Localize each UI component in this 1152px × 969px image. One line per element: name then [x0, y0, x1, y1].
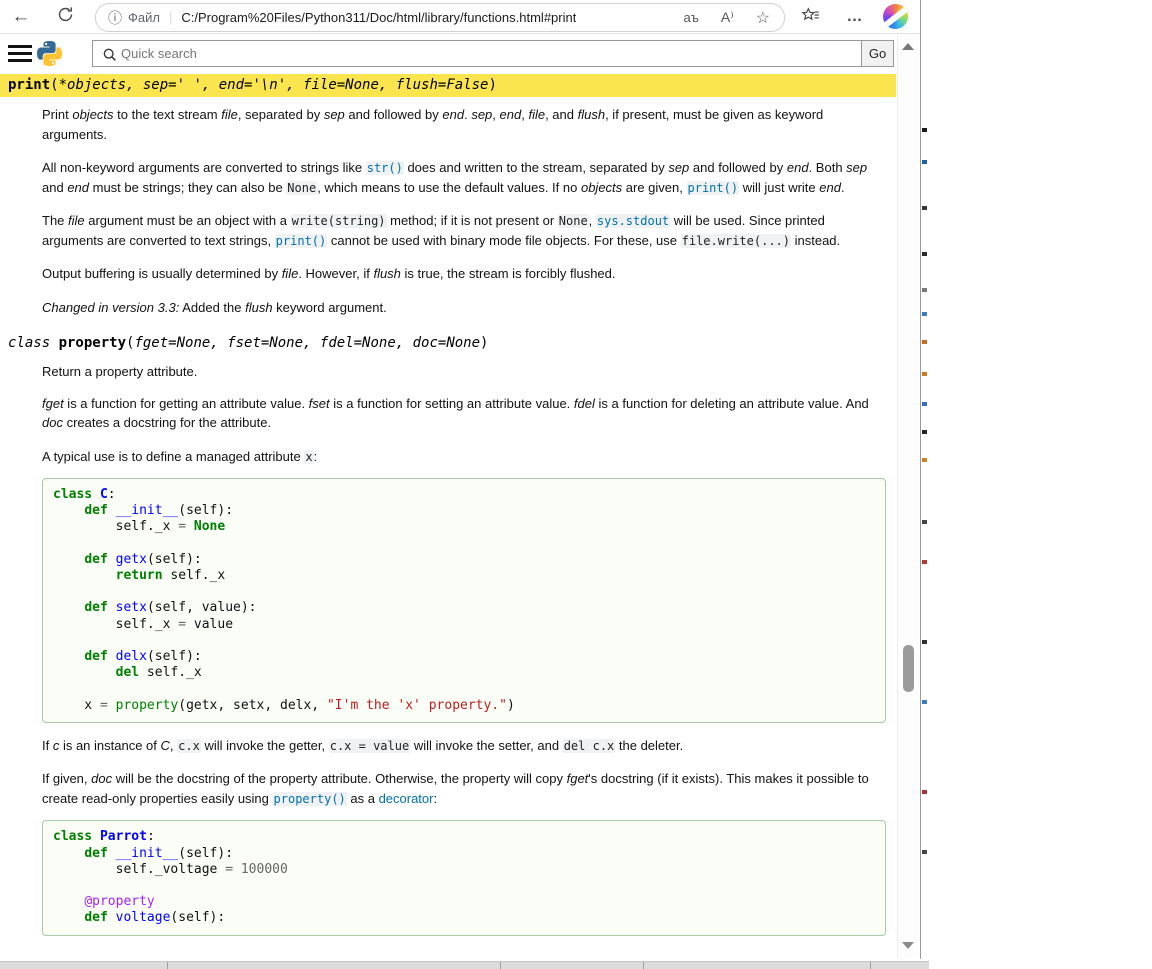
address-divider: | [169, 10, 172, 25]
print-changed-note: Changed in version 3.3: Added the flush … [42, 298, 884, 318]
refresh-icon [57, 6, 74, 28]
back-icon: ← [12, 6, 31, 28]
property-signature: class property(fget=None, fset=None, fde… [0, 332, 896, 355]
screen-edge-artifacts [922, 0, 928, 959]
favorites-collections-button[interactable] [797, 4, 823, 30]
property-paragraph: If c is an instance of C, c.x will invok… [42, 736, 884, 756]
more-icon: … [847, 8, 864, 26]
site-permission-label[interactable]: Файл [128, 10, 160, 25]
inline-link[interactable]: print() [275, 234, 328, 248]
search-input[interactable] [93, 41, 861, 66]
scroll-up-button[interactable] [902, 43, 914, 50]
docs-page: Go print(*objects, sep=' ', end='\n', fi… [0, 34, 896, 959]
print-paragraph: All non-keyword arguments are converted … [42, 158, 884, 197]
inline-link[interactable]: sys.stdout [596, 214, 670, 228]
property-paragraph: fget is a function for getting an attrib… [42, 394, 884, 433]
address-text: C:/Program%20Files/Python311/Doc/html/li… [181, 10, 576, 25]
code-block-property-example: class C: def __init__(self): self._x = N… [42, 478, 886, 723]
page-scrollbar[interactable] [897, 34, 919, 958]
scroll-down-button[interactable] [902, 942, 914, 949]
back-button[interactable]: ← [8, 4, 34, 30]
property-paragraph: A typical use is to define a managed att… [42, 447, 884, 467]
print-paragraph: The file argument must be an object with… [42, 211, 884, 250]
go-button[interactable]: Go [861, 41, 893, 66]
property-paragraph: If given, doc will be the docstring of t… [42, 769, 884, 808]
copilot-icon [883, 4, 908, 29]
star-list-icon [800, 6, 820, 29]
read-aloud-icon[interactable]: A⁾ [721, 9, 734, 26]
property-paragraph: Return a property attribute. [42, 362, 884, 382]
code-block-parrot-example: class Parrot: def __init__(self): self._… [42, 820, 886, 935]
inline-link[interactable]: property() [273, 792, 347, 806]
menu-button[interactable] [8, 45, 32, 62]
translate-icon[interactable]: аъ [684, 10, 699, 25]
inline-link[interactable]: print() [687, 181, 740, 195]
scroll-thumb[interactable] [903, 645, 914, 692]
search-box: Go [92, 40, 894, 67]
search-icon [102, 47, 117, 67]
python-logo[interactable] [37, 41, 62, 66]
print-paragraph: Print objects to the text stream file, s… [42, 105, 884, 144]
inline-link[interactable]: decorator [379, 791, 434, 806]
inline-link[interactable]: str() [366, 161, 404, 175]
print-paragraph: Output buffering is usually determined b… [42, 264, 884, 284]
copilot-button[interactable] [882, 3, 909, 30]
browser-window: ← ⓘ Файл | C:/Program%20Files/Python311/… [0, 0, 921, 959]
refresh-button[interactable] [52, 4, 78, 30]
settings-more-button[interactable]: … [842, 4, 868, 30]
info-icon[interactable]: ⓘ [108, 11, 122, 25]
window-right-edge [920, 0, 921, 959]
browser-toolbar: ← ⓘ Файл | C:/Program%20Files/Python311/… [0, 0, 921, 34]
address-bar[interactable]: ⓘ Файл | C:/Program%20Files/Python311/Do… [95, 3, 785, 32]
print-signature: print(*objects, sep=' ', end='\n', file=… [0, 74, 896, 97]
favorite-star-icon[interactable]: ☆ [756, 8, 770, 28]
docs-header: Go [0, 34, 896, 74]
